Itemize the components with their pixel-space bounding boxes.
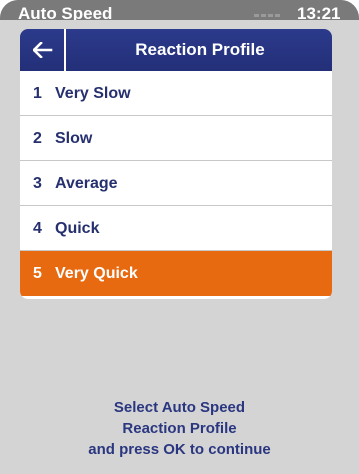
menu-item-label: Very Slow [55, 85, 131, 102]
back-button[interactable] [20, 29, 66, 71]
instruction-line: Reaction Profile [122, 420, 237, 437]
instruction-line: Select Auto Speed [113, 399, 246, 416]
status-bar: Auto Speed 13:21 [0, 0, 359, 20]
device-screen: Auto Speed 13:21 Reaction Profile 1 Very… [0, 0, 359, 474]
menu-item-number: 3 [33, 175, 42, 192]
menu-item-quick[interactable]: 4 Quick [20, 206, 332, 251]
header-bar: Reaction Profile [20, 29, 332, 71]
menu-item-slow[interactable]: 2 Slow [20, 116, 332, 161]
instruction-text: Select Auto Speed Reaction Profile and p… [0, 397, 359, 460]
menu-item-average[interactable]: 3 Average [20, 161, 332, 206]
menu-item-number: 1 [33, 85, 42, 102]
menu-item-label: Average [55, 175, 118, 192]
menu-item-number: 5 [33, 265, 42, 282]
menu-panel: Reaction Profile 1 Very Slow 2 Slow 3 Av… [20, 29, 332, 299]
menu-item-label: Slow [55, 130, 93, 147]
status-time: 13:21 [297, 4, 341, 20]
instruction-line: and press OK to continue [88, 441, 271, 458]
menu-item-number: 4 [33, 220, 42, 237]
status-title: Auto Speed [18, 4, 113, 20]
signal-icon [254, 14, 280, 17]
menu-item-label: Quick [55, 220, 100, 237]
page-title: Reaction Profile [135, 40, 265, 59]
reaction-profile-list: 1 Very Slow 2 Slow 3 Average 4 Quick 5 V… [20, 71, 332, 296]
menu-item-label: Very Quick [55, 265, 138, 282]
menu-item-number: 2 [33, 130, 42, 147]
menu-item-very-quick[interactable]: 5 Very Quick [20, 251, 332, 296]
menu-item-very-slow[interactable]: 1 Very Slow [20, 71, 332, 116]
arrow-left-icon [33, 42, 53, 58]
